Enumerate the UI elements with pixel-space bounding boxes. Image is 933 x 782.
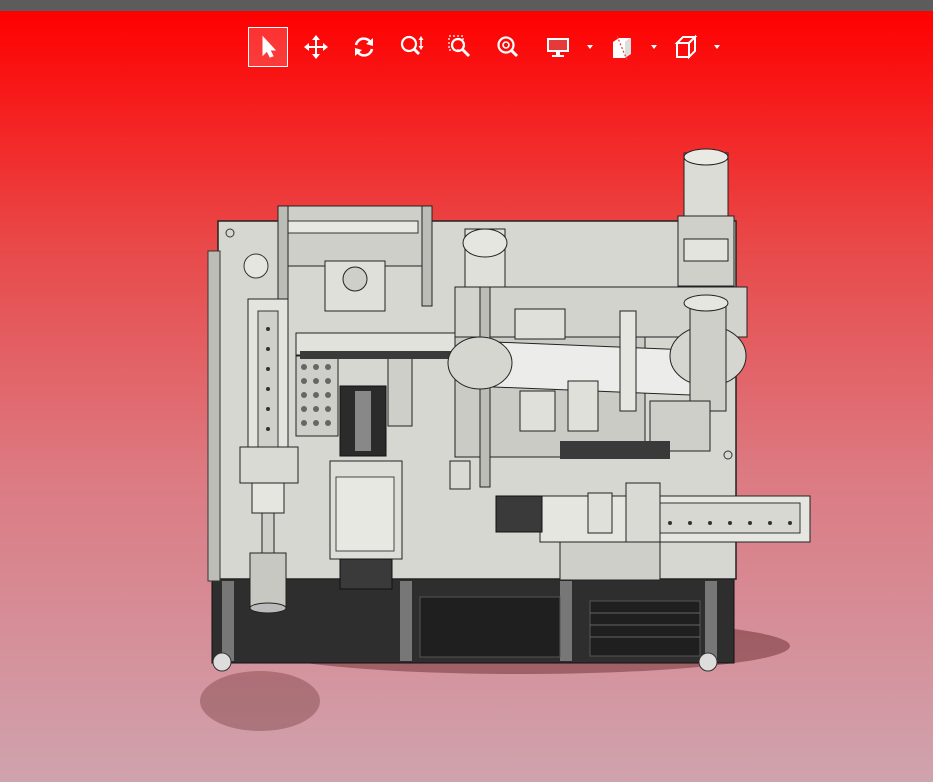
section-view-button[interactable]: [602, 27, 642, 67]
pan-move-icon: [304, 35, 328, 59]
zoom-fit-icon: [497, 36, 519, 58]
3d-viewport[interactable]: [0, 11, 933, 782]
section-view-dropdown-icon[interactable]: [649, 42, 659, 52]
display-mode-dropdown-icon[interactable]: [585, 42, 595, 52]
zoom-window-tool-button[interactable]: [440, 27, 480, 67]
monitor-icon: [547, 38, 569, 57]
view-cube-icon: [674, 34, 698, 60]
select-arrow-icon: [262, 35, 277, 58]
view-orientation-dropdown-icon[interactable]: [712, 42, 722, 52]
rotate-icon: [354, 37, 374, 57]
top-strip: [0, 0, 933, 11]
select-tool-button[interactable]: [248, 27, 288, 67]
rotate-tool-button[interactable]: [344, 27, 384, 67]
cad-machine-model[interactable]: [0, 11, 933, 782]
view-orientation-button[interactable]: [666, 27, 706, 67]
zoom-icon: [400, 35, 424, 56]
zoom-fit-tool-button[interactable]: [488, 27, 528, 67]
pan-tool-button[interactable]: [296, 27, 336, 67]
section-view-icon: [613, 35, 631, 60]
zoom-window-icon: [448, 35, 471, 58]
zoom-tool-button[interactable]: [392, 27, 432, 67]
display-mode-button[interactable]: [538, 27, 578, 67]
